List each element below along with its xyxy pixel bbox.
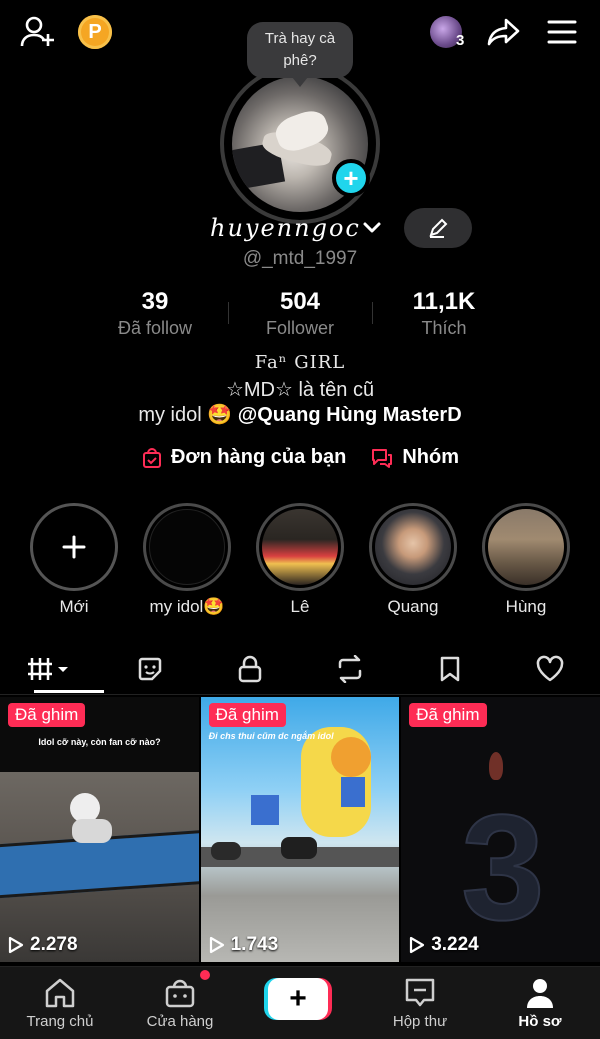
tab-videos[interactable] (0, 645, 100, 693)
orders-link[interactable]: Đơn hàng của bạn (141, 446, 346, 469)
chevron-down-icon[interactable] (362, 220, 382, 241)
coin-icon[interactable]: P (78, 15, 112, 49)
pinned-badge: Đã ghim (409, 703, 487, 727)
highlight-label: Lê (290, 597, 310, 616)
shop-bag-icon (165, 979, 195, 1008)
highlight-quang[interactable]: Quang (369, 503, 457, 617)
highlight-hung[interactable]: Hùng (482, 503, 570, 617)
stat-likes-label: Thích (421, 318, 467, 338)
tab-stickers[interactable] (100, 645, 200, 693)
nav-home-label: Trang chủ (26, 1013, 94, 1030)
pinned-badge: Đã ghim (208, 703, 286, 727)
highlight-label: Mới (59, 597, 89, 616)
repost-icon (338, 655, 362, 683)
view-count-value: 2.278 (30, 934, 78, 955)
tabs-divider (0, 694, 600, 695)
stat-likes[interactable]: 11,1K Thích (374, 288, 514, 339)
bio-line-3: my idol 🤩 @Quang Hùng MasterD (0, 402, 600, 427)
account-count: 3 (456, 32, 465, 49)
bookmark-icon (440, 656, 460, 682)
highlight-new[interactable]: Mới (30, 503, 118, 617)
pencil-icon (429, 218, 448, 238)
menu-icon[interactable] (544, 14, 580, 50)
bio-mention-link[interactable]: @Quang Hùng MasterD (238, 404, 462, 426)
notification-dot (200, 970, 210, 980)
play-icon (410, 936, 425, 954)
grid-icon (28, 658, 68, 680)
highlight-label: my idol🤩 (149, 597, 225, 616)
tab-saved[interactable] (400, 645, 500, 693)
orders-label: Đơn hàng của bạn (170, 446, 347, 468)
nav-profile[interactable]: Hồ sơ (480, 967, 600, 1039)
tab-private[interactable] (200, 645, 300, 693)
home-icon (45, 978, 75, 1008)
profile-links: Đơn hàng của bạn Nhóm (0, 446, 600, 469)
stat-likes-value: 11,1K (412, 288, 476, 315)
create-button[interactable]: + (264, 978, 332, 1020)
video-thumbnail[interactable]: Idol cỡ này, còn fan cỡ nào? Đã ghim 2.2… (0, 697, 199, 962)
bio-line-2: ☆MD☆ là tên cũ (225, 379, 375, 401)
plus-icon: + (268, 978, 328, 1020)
inbox-icon (405, 978, 435, 1007)
nav-profile-label: Hồ sơ (518, 1013, 562, 1030)
stat-following-value: 39 (141, 288, 169, 315)
add-story-button[interactable]: + (332, 159, 370, 197)
edit-profile-button[interactable] (404, 208, 472, 248)
nav-inbox[interactable]: Hộp thư (360, 967, 480, 1039)
person-icon (527, 979, 553, 1008)
video-thumbnail[interactable]: Đi chs thui cũm dc ngắm idol Đã ghim 1.7… (200, 697, 400, 962)
nav-inbox-label: Hộp thư (392, 1013, 448, 1030)
pinned-badge: Đã ghim (8, 703, 86, 727)
bio-line-3-text: my idol 🤩 (138, 404, 238, 426)
stat-following-label: Đã follow (117, 318, 193, 338)
chat-bubbles-icon (372, 448, 393, 468)
group-label: Nhóm (402, 446, 459, 468)
plus-icon (62, 535, 86, 559)
sticker-icon (138, 657, 162, 681)
nav-shop-label: Cửa hàng (146, 1013, 214, 1030)
status-bubble[interactable]: Trà hay cà phê? (247, 22, 353, 87)
display-name[interactable]: huyenngoc (210, 214, 361, 242)
video-caption: Đi chs thui cũm dc ngắm idol (208, 731, 334, 741)
bio-line-1: Faⁿ GIRL (254, 352, 346, 373)
highlight-label: Quang (387, 597, 439, 616)
video-grid: Idol cỡ này, còn fan cỡ nào? Đã ghim 2.2… (0, 697, 600, 962)
content-tabs (0, 645, 600, 693)
view-count-value: 1.743 (230, 934, 279, 955)
share-icon[interactable] (486, 14, 522, 50)
video-caption: Idol cỡ này, còn fan cỡ nào? (38, 737, 161, 747)
stat-following[interactable]: 39 Đã follow (85, 288, 225, 339)
play-icon (8, 936, 24, 954)
coin-letter: P (88, 20, 102, 43)
nav-home[interactable]: Trang chủ (0, 967, 120, 1039)
profile-avatar[interactable] (220, 64, 380, 224)
tab-liked[interactable] (500, 645, 600, 693)
heart-icon (536, 655, 564, 682)
nav-shop[interactable]: Cửa hàng (120, 967, 240, 1039)
view-count: 3.224 (409, 934, 479, 956)
video-thumbnail[interactable]: 3 Đã ghim 3.224 (401, 697, 600, 962)
stat-divider (372, 302, 373, 324)
play-icon (209, 936, 224, 954)
lock-icon (238, 655, 262, 683)
add-friend-icon[interactable] (20, 14, 56, 50)
stat-followers[interactable]: 504 Follower (230, 288, 370, 339)
tab-reposts[interactable] (300, 645, 400, 693)
stat-followers-label: Follower (265, 318, 335, 338)
status-bubble-text: Trà hay cà phê? (264, 30, 336, 69)
view-count-value: 3.224 (431, 934, 479, 955)
stat-followers-value: 504 (279, 288, 321, 315)
shopping-bag-icon (142, 447, 161, 468)
view-count: 2.278 (8, 934, 78, 956)
highlight-my-idol[interactable]: my idol🤩 (143, 503, 231, 617)
highlight-label: Hùng (505, 597, 547, 616)
view-count: 1.743 (209, 934, 279, 956)
stat-divider (228, 302, 229, 324)
highlight-le[interactable]: Lê (256, 503, 344, 617)
active-tab-indicator (34, 690, 104, 693)
birthday-candle-graphic: 3 (460, 783, 545, 951)
group-link[interactable]: Nhóm (370, 446, 459, 469)
username-handle: @_mtd_1997 (242, 248, 358, 269)
